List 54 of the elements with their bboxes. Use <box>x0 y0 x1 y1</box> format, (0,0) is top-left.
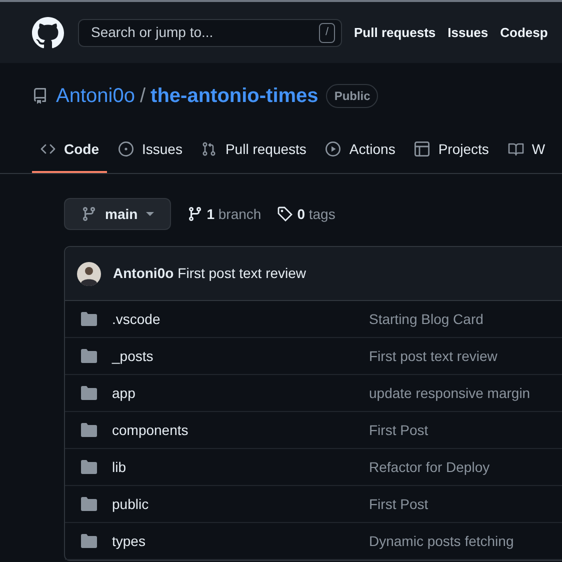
folder-icon <box>81 312 97 326</box>
repo-tab[interactable]: Pull requests <box>193 127 314 173</box>
repo-name-link[interactable]: the-antonio-times <box>150 81 318 111</box>
branch-icon <box>81 206 97 222</box>
file-name-link[interactable]: .vscode <box>112 308 369 330</box>
search-field[interactable]: Search or jump to... / <box>78 18 342 46</box>
folder-icon <box>81 460 97 474</box>
commit-author[interactable]: Antoni0o <box>113 263 174 284</box>
shortcut-key: / <box>319 22 335 42</box>
folder-icon <box>81 349 97 363</box>
nav-link[interactable]: Pull requests <box>354 22 436 42</box>
tag-icon <box>277 206 294 222</box>
avatar <box>77 262 101 286</box>
file-name-link[interactable]: _posts <box>112 346 369 366</box>
folder-icon <box>81 386 97 400</box>
commit-message-link[interactable]: First Post <box>369 494 428 514</box>
branches-link[interactable]: 1 branch <box>186 204 262 224</box>
commit-message[interactable]: First post text review <box>178 263 306 284</box>
commit-message-link[interactable]: First post text review <box>369 346 498 366</box>
table-icon <box>414 141 430 157</box>
file-name-link[interactable]: components <box>112 420 369 440</box>
file-name-link[interactable]: public <box>112 494 369 514</box>
folder-icon <box>81 423 97 437</box>
path-separator: / <box>140 84 146 109</box>
nav-link[interactable]: Codesp <box>500 22 548 42</box>
repo-tab[interactable]: Projects <box>406 127 497 173</box>
search-input: Search or jump to... <box>91 22 319 43</box>
folder-icon <box>81 534 97 548</box>
commit-message-link[interactable]: First Post <box>369 420 428 440</box>
commit-message-link[interactable]: Refactor for Deploy <box>369 456 490 478</box>
branch-selector-button[interactable]: main <box>64 198 171 230</box>
file-name-link[interactable]: types <box>112 530 369 552</box>
commit-message-link[interactable]: update responsive margin <box>369 382 530 404</box>
file-name-link[interactable]: lib <box>112 456 369 478</box>
repo-tab[interactable]: W <box>500 127 554 173</box>
commit-message-link[interactable]: Dynamic posts fetching <box>369 530 514 552</box>
pull-request-icon <box>201 141 218 157</box>
play-icon <box>325 141 342 157</box>
commit-message-link[interactable]: Starting Blog Card <box>369 308 484 330</box>
owner-link[interactable]: Antoni0o <box>56 81 135 111</box>
repo-tab[interactable]: Actions <box>317 127 404 173</box>
repo-icon <box>32 88 48 104</box>
book-icon <box>508 141 524 157</box>
tags-link[interactable]: 0 tags <box>277 204 336 224</box>
repo-tab[interactable]: Code <box>32 127 107 173</box>
circle-dot-icon <box>118 141 134 157</box>
branch-icon <box>186 206 203 222</box>
folder-icon <box>81 497 97 511</box>
github-logo-icon[interactable] <box>32 16 64 48</box>
visibility-label: Public <box>326 84 378 108</box>
repo-tab[interactable]: Issues <box>110 127 190 173</box>
file-name-link[interactable]: app <box>112 382 369 404</box>
nav-link[interactable]: Issues <box>448 22 488 42</box>
caret-icon <box>146 212 154 216</box>
